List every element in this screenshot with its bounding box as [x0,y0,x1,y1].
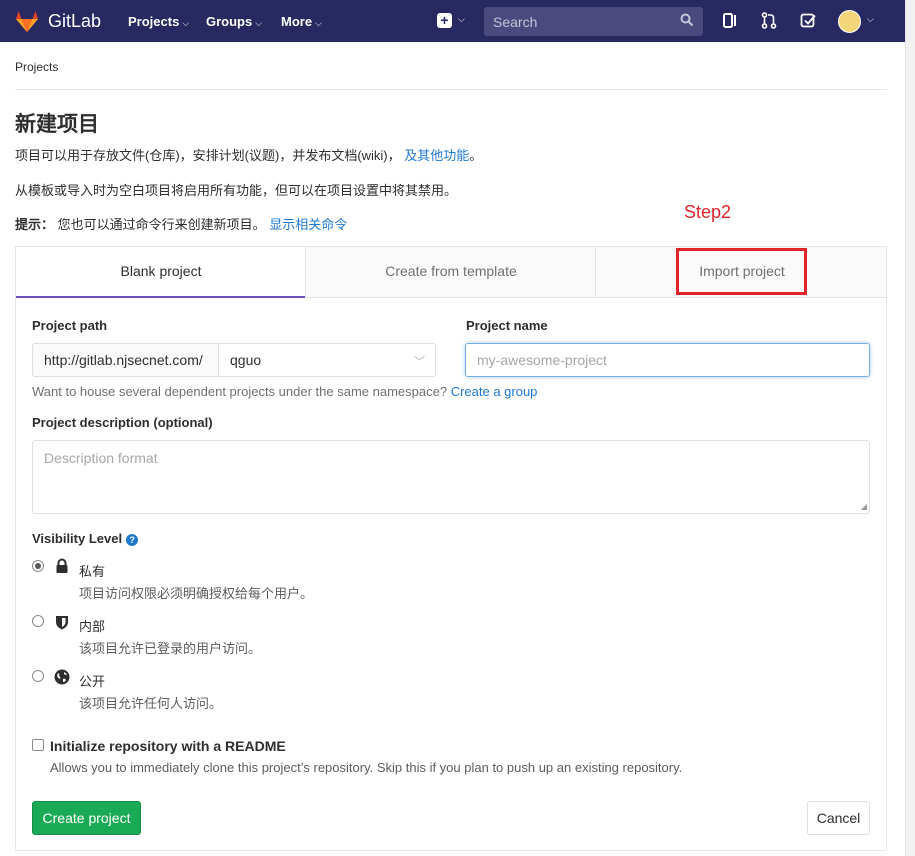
search-input[interactable]: Search [484,7,703,36]
create-group-link[interactable]: Create a group [451,384,538,399]
user-avatar[interactable] [838,10,861,33]
other-features-link[interactable]: 及其他功能 [404,148,469,163]
visibility-radio-private[interactable] [32,560,44,572]
issues-icon[interactable] [722,12,738,29]
todo-check-icon[interactable] [800,12,817,29]
description-label: Project description (optional) [32,415,213,430]
new-item-plus-icon[interactable]: + [437,13,452,28]
visibility-desc-internal: 该项目允许已登录的用户访问。 [79,641,262,656]
lock-icon [56,558,68,573]
visibility-level-label: Visibility Level? [32,531,139,546]
tab-create-from-template[interactable]: Create from template [306,247,596,298]
visibility-radio-public[interactable] [32,670,44,682]
visibility-title-internal: 内部 [79,619,106,634]
create-project-button[interactable]: Create project [32,801,141,835]
merge-request-icon[interactable] [761,12,777,29]
nav-menu-groups[interactable]: Groups ⌵ [206,14,262,29]
tab-blank-project[interactable]: Blank project [16,247,306,298]
breadcrumb[interactable]: Projects [15,60,58,74]
import-project-highlight-box [676,248,807,295]
project-path-prefix: http://gitlab.njsecnet.com/ [32,343,219,377]
scrollbar[interactable] [905,0,915,856]
nav-menu-more[interactable]: More ⌵ [281,14,322,29]
shield-icon [56,616,68,630]
page-title: 新建项目 [15,113,99,136]
project-name-input[interactable]: my-awesome-project [465,343,870,377]
description-textarea[interactable]: Description format ◢ [32,440,870,514]
chevron-down-icon: ⌵ [255,18,263,28]
visibility-desc-public: 该项目允许任何人访问。 [79,696,223,711]
chevron-down-icon: ⌵ [315,18,322,28]
intro-paragraph: 项目可以用于存放文件(仓库)，安排计划(议题)，并发布文档(wiki)， 及其他… [15,148,483,163]
visibility-title-public: 公开 [79,674,106,689]
visibility-title-private: 私有 [79,564,106,579]
group-hint: Want to house several dependent projects… [32,384,538,399]
brand-name[interactable]: GitLab [48,11,101,32]
help-question-icon[interactable]: ? [126,534,139,546]
chevron-down-icon[interactable]: ⌵ [867,14,874,25]
gitlab-logo-icon[interactable] [14,8,40,34]
readme-label[interactable]: Initialize repository with a README [50,738,286,754]
show-command-link[interactable]: 显示相关命令 [269,217,347,232]
top-navbar: GitLab Projects ⌵ Groups ⌵ More ⌵ + ⌵ Searc… [0,0,905,42]
resize-handle-icon[interactable]: ◢ [861,502,867,511]
search-icon [680,13,694,27]
chevron-down-icon[interactable]: ⌵ [458,14,465,25]
visibility-radio-internal[interactable] [32,615,44,627]
namespace-select[interactable]: qguo ﹀ [218,343,436,377]
visibility-desc-private: 项目访问权限必须明确授权给每个用户。 [79,586,314,601]
globe-icon [54,669,70,685]
tip-line: 提示： 您也可以通过命令行来创建新项目。 显示相关命令 [15,217,348,232]
template-note: 从模板或导入时为空白项目将启用所有功能，但可以在项目设置中将其禁用。 [15,183,458,198]
breadcrumb-divider [15,89,887,90]
readme-checkbox[interactable] [32,739,44,751]
readme-description: Allows you to immediately clone this pro… [50,760,683,775]
project-name-label: Project name [466,318,548,333]
chevron-down-icon: ﹀ [414,356,425,368]
cancel-button[interactable]: Cancel [807,801,870,835]
nav-menu-projects[interactable]: Projects ⌵ [128,14,189,29]
step2-annotation: Step2 [684,202,732,222]
chevron-down-icon: ⌵ [182,18,190,28]
project-path-label: Project path [32,318,108,333]
